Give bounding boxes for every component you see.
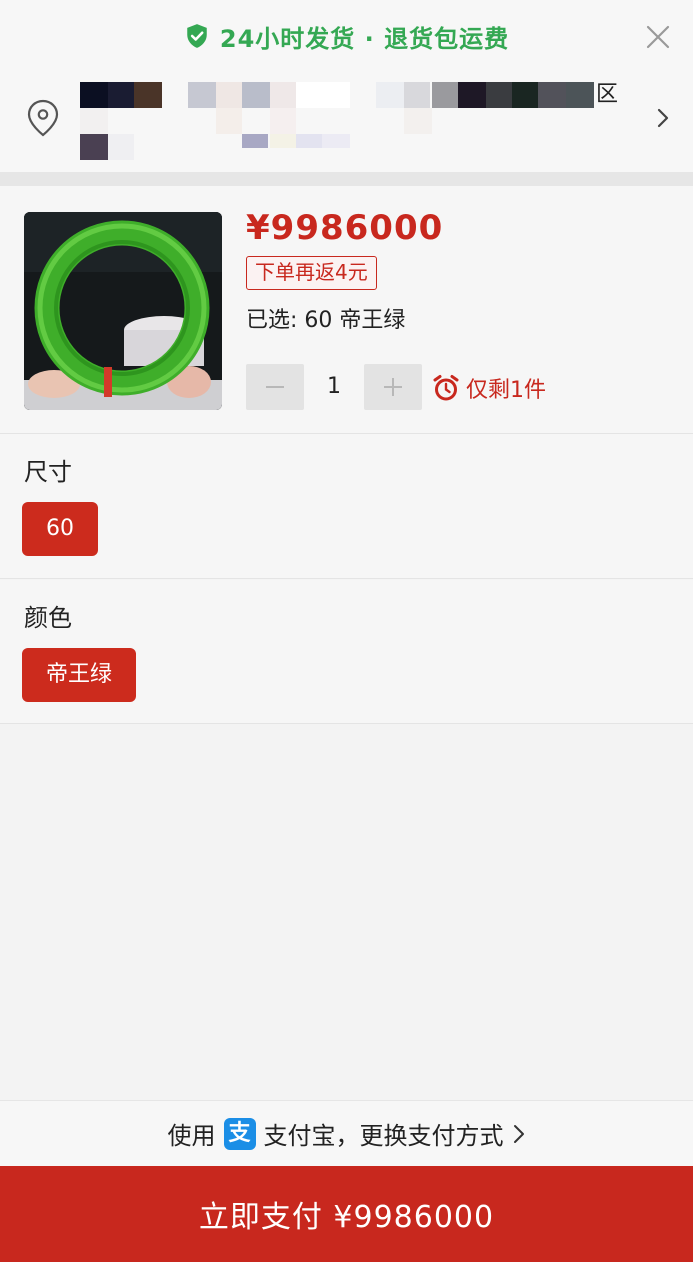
size-option-60[interactable]: 60 (22, 502, 98, 556)
jade-bangle-image (24, 212, 222, 410)
empty-area (0, 724, 693, 1100)
plus-icon (384, 378, 402, 396)
section-divider (0, 172, 693, 186)
product-summary: ¥9986000 下单再返4元 已选: 60 帝王绿 1 仅剩1件 (0, 186, 693, 434)
color-option-emperor-green[interactable]: 帝王绿 (22, 648, 137, 702)
product-thumbnail[interactable] (24, 212, 222, 410)
payment-method-row[interactable]: 使用 支 支付宝，更换支付方式 (0, 1100, 693, 1166)
alarm-clock-icon (433, 375, 459, 401)
quantity-increase-button[interactable] (364, 364, 422, 410)
color-title: 颜色 (24, 604, 72, 632)
product-price: ¥9986000 (246, 208, 444, 248)
address-mosaic: 区 (80, 82, 620, 162)
quantity-decrease-button[interactable] (246, 364, 304, 410)
address-trailing-char: 区 (596, 82, 619, 107)
chevron-right-icon (513, 1124, 524, 1143)
rebate-badge: 下单再返4元 (246, 256, 377, 290)
minus-icon (266, 386, 284, 388)
close-icon[interactable] (643, 22, 673, 52)
chevron-right-icon (657, 108, 669, 128)
size-section: 尺寸 60 (0, 434, 693, 579)
location-pin-icon (27, 99, 59, 137)
size-title: 尺寸 (24, 458, 72, 486)
shipping-banner-text: 24小时发货 · 退货包运费 (219, 24, 510, 53)
shipping-banner: 24小时发货 · 退货包运费 (0, 0, 693, 72)
selected-spec: 已选: 60 帝王绿 (246, 308, 406, 333)
payment-prefix: 使用 (167, 1122, 216, 1150)
stock-remaining: 仅剩1件 (466, 378, 546, 403)
payment-method-label: 支付宝，更换支付方式 (263, 1122, 504, 1150)
shipping-address[interactable]: 区 (0, 72, 693, 172)
quantity-value[interactable]: 1 (304, 364, 364, 410)
color-section: 颜色 帝王绿 (0, 580, 693, 724)
shield-check-icon (187, 24, 207, 48)
alipay-icon: 支 (223, 1117, 256, 1150)
pay-now-button[interactable]: 立即支付 ¥9986000 (0, 1166, 693, 1262)
